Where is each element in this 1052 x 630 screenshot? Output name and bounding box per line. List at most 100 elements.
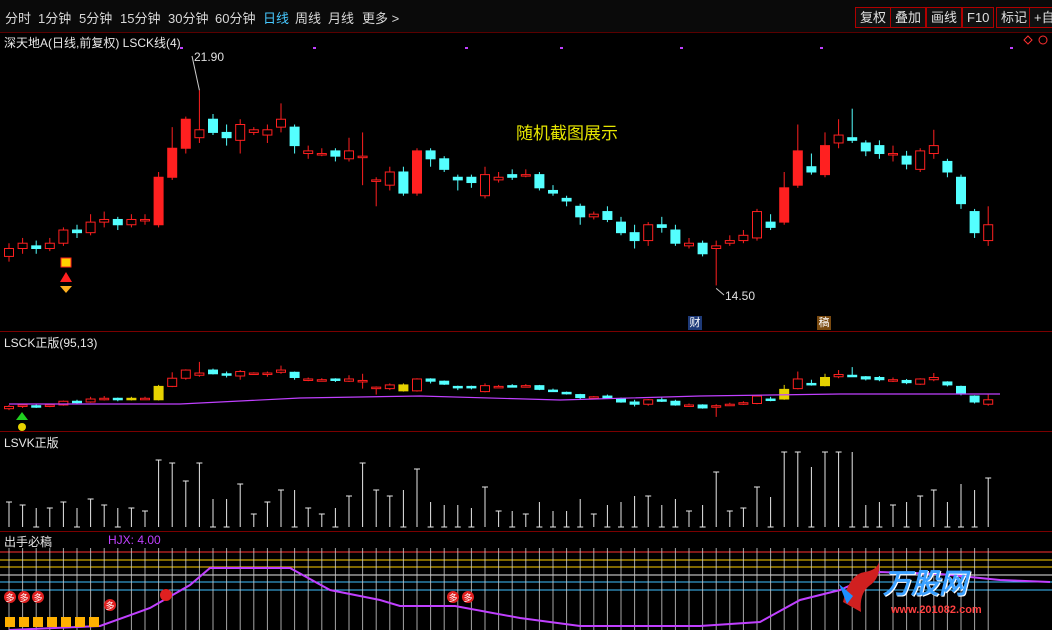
indicator1-signal-dot [18,423,26,431]
candle-body [140,218,150,222]
buy-arrow-icon [60,286,72,293]
indicator1-body [616,398,626,403]
candle-body [602,211,613,220]
indicator1-body [629,401,640,405]
candle-body [72,229,82,234]
candle-body [221,131,232,139]
marker-dot [180,47,183,49]
candle-body [860,142,871,152]
candle-body [942,160,953,173]
indicator1-body [874,376,885,381]
indicator1-body [724,403,735,407]
indicator1-body [153,385,164,401]
candle-body [629,232,640,242]
indicator1-body [357,379,368,383]
candle-body [398,171,409,194]
signal-badge-text: 多 [5,592,14,604]
marker-dot [820,47,823,49]
marker-dot [680,47,683,49]
candle-body [888,153,898,156]
indicator1-body [248,372,259,376]
indicator1-arrow-icon [16,412,28,420]
indicator1-body [289,371,300,378]
bottom-signal-box [61,617,71,627]
signal-badge [160,589,172,601]
candle-body [901,155,912,165]
signal-badge-text: 多 [448,592,457,604]
indicator1-body [602,395,613,399]
candle-body [656,224,667,228]
indicator1-body [507,385,518,388]
buy-arrow-icon [60,272,72,282]
candle-body [58,229,69,244]
indicator1-body [643,399,654,405]
candle-body [4,247,14,257]
indicator1-body [860,376,871,380]
candle-body [670,229,681,244]
candle-body [344,150,354,160]
indicator1-body [316,379,327,382]
indicator1-body [4,405,14,410]
bottom-signal-box [75,617,85,627]
candle-body [588,213,599,218]
candle-body [425,150,436,160]
indicator1-body [31,405,42,408]
indicator1-body [126,397,137,401]
candle-body [983,224,994,242]
indicator1-body [942,381,953,386]
report-event-badge[interactable]: 稿 [817,316,831,330]
brand-url: www.201082.com [891,604,982,616]
indicator1-body [72,400,82,404]
marker-dot [1010,47,1013,49]
candle-body [289,126,300,147]
indicator1-body [738,402,749,405]
high-price-label: 21.90 [194,50,225,64]
candle-body [752,211,762,239]
indicator1-body [969,395,980,403]
bottom-signal-box [89,617,99,627]
indicator1-body [534,385,545,390]
indicator1-body [112,397,123,401]
finance-event-badge[interactable]: 财 [688,316,702,330]
candle-body [874,145,885,155]
indicator1-body [833,374,844,378]
candle-body [561,197,572,202]
candle-body [167,147,178,178]
candle-body [684,242,694,247]
indicator1-body [398,384,409,392]
candle-body [833,134,844,144]
indicator1-body [344,378,354,382]
indicator1-body [44,404,55,407]
candle-body [371,179,382,182]
indicator1-body [548,389,558,393]
indicator1-body [466,385,477,389]
candle-body [820,145,830,176]
circle-icon [1038,35,1048,45]
indicator1-body [480,385,490,393]
bottom-signal-box [47,617,57,627]
indicator1-body [371,386,382,390]
candle-body [915,150,926,170]
indicator1-body [520,385,531,388]
bull-icon [839,562,880,612]
indicator1-body [425,378,436,382]
candle-body [534,174,545,189]
signal-badge-text: 多 [463,592,472,604]
candlestick-chart[interactable]: 多多多多多多 [0,0,1052,630]
candle-body [330,150,341,157]
candle-body [126,218,137,226]
candle-body [180,118,191,149]
candle-body [493,176,504,181]
candle-body [439,158,450,170]
indicator1-body [575,394,586,399]
indicator1-body [697,404,708,409]
marker-dot [313,47,316,49]
candle-body [711,245,722,249]
indicator1-body [656,399,667,402]
indicator1-body [330,378,341,381]
indicator1-body [99,397,110,401]
signal-badge-text: 多 [33,592,42,604]
candle-body [262,129,273,136]
candle-body [316,153,327,156]
candle-body [507,174,518,178]
